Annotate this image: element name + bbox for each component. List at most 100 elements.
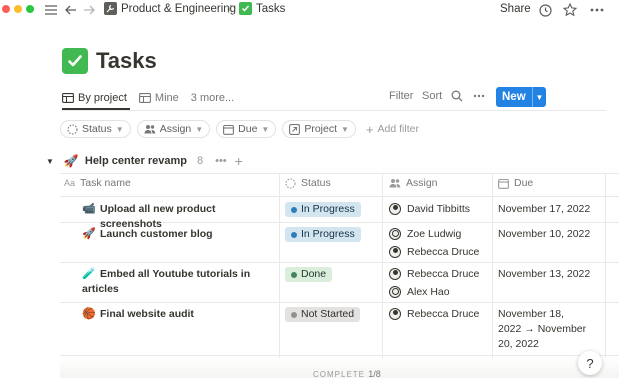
table-row-due[interactable]: November 13, 2022 — [498, 267, 603, 282]
status-pill: Not Started — [285, 307, 361, 322]
people-icon — [144, 125, 156, 134]
star-icon[interactable] — [562, 2, 578, 18]
basketball-icon: 🏀 — [82, 308, 96, 320]
view-options-icon[interactable] — [472, 89, 486, 103]
completion-counter: COMPLETE 1/8 — [313, 369, 381, 378]
filter-chip-project-label: Project — [304, 123, 338, 135]
breadcrumb-page-label: Tasks — [256, 2, 286, 15]
status-icon — [67, 123, 78, 135]
page-title[interactable]: Tasks — [96, 48, 157, 74]
filter-button[interactable]: Filter — [389, 90, 413, 102]
status-dot — [291, 206, 297, 213]
status-dot — [291, 311, 297, 318]
avatar — [389, 308, 401, 320]
more-views-button[interactable]: 3 more... — [191, 92, 234, 104]
group-header: ▼ 🚀 Help center revamp 8 ••• + — [46, 153, 243, 169]
add-filter-button[interactable]: + Add filter — [366, 122, 419, 137]
filter-chip-due[interactable]: Due ▼ — [216, 120, 277, 138]
assignee-name: David Tibbitts — [407, 202, 471, 215]
header-top-border — [60, 173, 619, 174]
collapse-triangle-icon[interactable]: ▼ — [46, 157, 54, 166]
table-row-status[interactable]: In Progress — [285, 227, 361, 243]
check-mark-button-icon[interactable] — [62, 48, 88, 74]
table-row-task-name[interactable]: 🚀 Launch customer blog — [82, 227, 277, 242]
share-button[interactable]: Share — [500, 3, 531, 15]
sort-button[interactable]: Sort — [422, 90, 442, 102]
filter-chip-assign-label: Assign — [159, 123, 192, 135]
table-row-status[interactable]: Not Started — [285, 307, 361, 323]
help-button[interactable]: ? — [578, 351, 602, 375]
menu-icon[interactable] — [44, 2, 58, 18]
table-row-status[interactable]: In Progress — [285, 202, 361, 218]
group-more-icon[interactable]: ••• — [215, 155, 227, 167]
assignee: Rebecca Druce — [389, 265, 479, 283]
header-bottom-border — [60, 196, 619, 197]
minimize-window-button[interactable] — [14, 5, 22, 13]
row-border — [60, 355, 619, 356]
table-row-assign[interactable]: Rebecca Druce Alex Hao — [389, 265, 479, 301]
avatar — [389, 246, 401, 258]
group-count: 8 — [196, 155, 204, 167]
column-header-name[interactable]: Aa Task name — [64, 177, 131, 189]
table-row-status[interactable]: Done — [285, 267, 333, 283]
group-name[interactable]: Help center revamp — [85, 155, 187, 167]
calendar-icon — [498, 178, 509, 189]
assignee-name: Rebecca Druce — [407, 245, 480, 258]
breadcrumb-page[interactable]: Tasks — [239, 2, 285, 15]
group-add-icon[interactable]: + — [235, 153, 243, 169]
wrench-icon — [104, 2, 117, 15]
filter-chip-status-label: Status — [82, 123, 112, 135]
breadcrumb-workspace-label: Product & Engineering — [121, 2, 237, 15]
more-options-icon[interactable] — [588, 2, 606, 18]
column-header-assign[interactable]: Assign — [389, 177, 438, 189]
zoom-window-button[interactable] — [26, 5, 34, 13]
table-row-assign[interactable]: Rebecca Druce — [389, 305, 479, 323]
page-header: Tasks — [62, 48, 157, 74]
assignee: Rebecca Druce — [389, 243, 479, 261]
column-header-status[interactable]: Status — [285, 177, 331, 189]
new-button[interactable]: New ▼ — [496, 87, 546, 107]
relation-arrow-icon — [289, 123, 301, 135]
column-header-due[interactable]: Due — [498, 177, 533, 189]
search-icon[interactable] — [450, 89, 464, 103]
table-row-task-name[interactable]: 🏀 Final website audit — [82, 307, 277, 322]
completion-count: 1/8 — [368, 369, 381, 378]
forward-arrow-icon[interactable] — [82, 2, 96, 18]
status-label: In Progress — [301, 228, 355, 240]
calendar-icon — [223, 124, 235, 135]
close-window-button[interactable] — [2, 5, 10, 13]
column-header-name-label: Task name — [80, 177, 131, 189]
avatar — [389, 268, 401, 280]
tab-mine[interactable]: Mine — [138, 92, 179, 104]
filter-chip-status[interactable]: Status ▼ — [60, 120, 131, 138]
chevron-down-icon: ▼ — [261, 124, 270, 134]
table-row-task-name[interactable]: 🧪 Embed all Youtube tutorials in article… — [82, 267, 277, 297]
filter-chips: Status ▼ Assign ▼ Due ▼ Project ▼ + Add … — [60, 120, 419, 138]
window-controls — [2, 5, 34, 13]
completion-label: COMPLETE — [313, 370, 366, 378]
column-divider — [605, 173, 606, 363]
assignee: Alex Hao — [389, 283, 479, 301]
avatar — [389, 228, 401, 240]
back-arrow-icon[interactable] — [64, 2, 78, 18]
breadcrumb-workspace[interactable]: Product & Engineering — [104, 2, 236, 15]
text-type-icon: Aa — [64, 178, 76, 188]
column-divider — [382, 173, 383, 363]
history-clock-icon[interactable] — [537, 2, 553, 18]
avatar — [389, 286, 401, 298]
filter-chip-project[interactable]: Project ▼ — [282, 120, 356, 138]
table-row-assign[interactable]: Zoe Ludwig Rebecca Druce — [389, 225, 479, 261]
table-row-due[interactable]: November 10, 2022 — [498, 227, 603, 242]
assignee: Rebecca Druce — [389, 305, 479, 323]
status-label: In Progress — [301, 203, 355, 215]
chevron-down-icon[interactable]: ▼ — [532, 87, 546, 107]
tab-by-project[interactable]: By project — [62, 92, 127, 104]
table-row-due[interactable]: November 17, 2022 — [498, 202, 603, 217]
chevron-down-icon: ▼ — [195, 124, 204, 134]
tab-mine-label: Mine — [154, 92, 179, 104]
task-name-label: Embed all Youtube tutorials in articles — [82, 268, 251, 295]
table-row-assign[interactable]: David Tibbitts — [389, 200, 470, 218]
filter-chip-assign[interactable]: Assign ▼ — [136, 120, 211, 138]
avatar — [389, 203, 401, 215]
table-row-due[interactable]: November 18, 2022 → November 20, 2022 — [498, 307, 590, 352]
